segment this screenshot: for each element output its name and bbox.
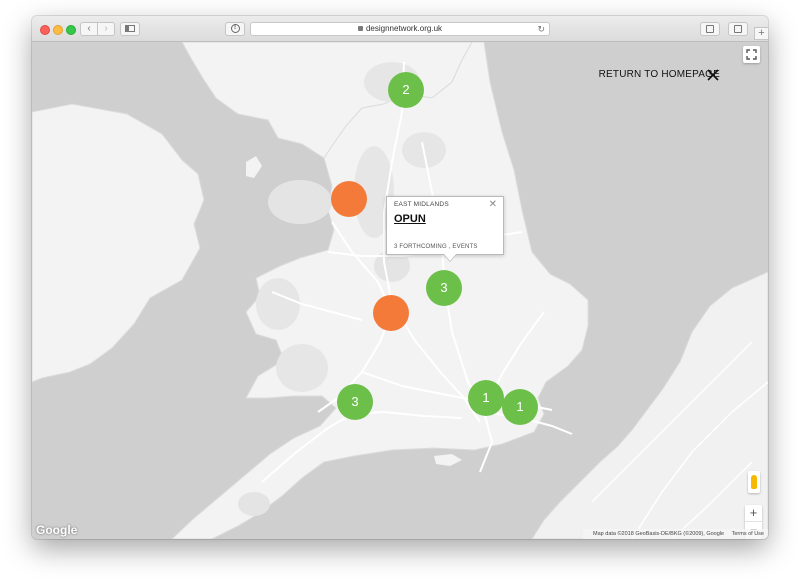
close-window-button[interactable] [40,25,50,35]
info-popup: EAST MIDLANDS ✕ OPUN 3 FORTHCOMING , EVE… [386,196,504,261]
terrain-snowdonia [256,278,300,330]
popup-events: 3 FORTHCOMING , EVENTS [394,244,478,250]
zoom-in-button[interactable]: + [745,505,762,522]
tabs-icon [734,25,742,33]
new-tab-button[interactable]: + [754,27,768,40]
minimize-window-button[interactable] [53,25,63,35]
return-to-homepage-link[interactable]: RETURN TO HOMEPAGE [599,69,720,80]
basemap [32,42,768,539]
land-ireland [32,103,205,383]
close-icon[interactable] [706,68,720,82]
browser-window: ‹ › ! designnetwork.org.uk ↻ + 2 3 3 1 1… [32,16,768,539]
chevron-left-icon: ‹ [87,23,91,34]
terrain-wales [276,344,328,392]
privacy-report-button[interactable]: ! [225,22,245,36]
forward-button[interactable]: › [97,22,115,36]
popup-region: EAST MIDLANDS [394,201,449,208]
map-cluster-north-east[interactable]: 2 [388,72,424,108]
pegman-icon [751,475,757,489]
popup-title-link[interactable]: OPUN [394,213,426,225]
terms-of-use-link[interactable]: Terms of Use [732,531,764,537]
terrain-dartmoor [238,492,270,516]
land-england-wales [171,42,589,539]
show-tabs-button[interactable] [728,22,748,36]
reload-icon[interactable]: ↻ [537,23,545,35]
sidebar-toggle-button[interactable] [120,22,140,36]
share-button[interactable] [700,22,720,36]
map-cluster-south-west[interactable]: 3 [337,384,373,420]
map-cluster-south-east[interactable]: 1 [502,389,538,425]
map-cluster-london[interactable]: 1 [468,380,504,416]
privacy-icon: ! [230,24,240,33]
lock-icon [357,26,363,31]
zoom-window-button[interactable] [66,25,76,35]
browser-toolbar: ‹ › ! designnetwork.org.uk ↻ + [32,16,768,42]
street-view-button[interactable] [748,471,760,493]
map-marker-west-midlands[interactable] [373,295,409,331]
map-view[interactable]: 2 3 3 1 1 EAST MIDLANDS ✕ OPUN 3 FORTHCO… [32,42,768,539]
fullscreen-icon [746,49,757,60]
share-icon [706,25,714,33]
map-data-text: Map data ©2018 GeoBasis-DE/BKG (©2009), … [593,531,725,537]
map-cluster-east-midlands[interactable]: 3 [426,270,462,306]
chevron-right-icon: › [104,23,108,34]
address-bar[interactable]: designnetwork.org.uk ↻ [250,22,550,36]
land-isle-of-man [246,156,262,178]
land-isle-of-wight [434,454,462,466]
terrain-lake-district [268,180,332,224]
google-logo[interactable]: Google [36,523,77,537]
map-attribution: Map data ©2018 GeoBasis-DE/BKG (©2009), … [583,529,768,539]
fullscreen-button[interactable] [743,46,760,63]
map-marker-north-west[interactable] [331,181,367,217]
sidebar-icon [125,25,135,32]
popup-caret [444,254,456,261]
url-text: designnetwork.org.uk [365,24,443,33]
close-icon[interactable]: ✕ [489,199,497,210]
back-button[interactable]: ‹ [80,22,98,36]
